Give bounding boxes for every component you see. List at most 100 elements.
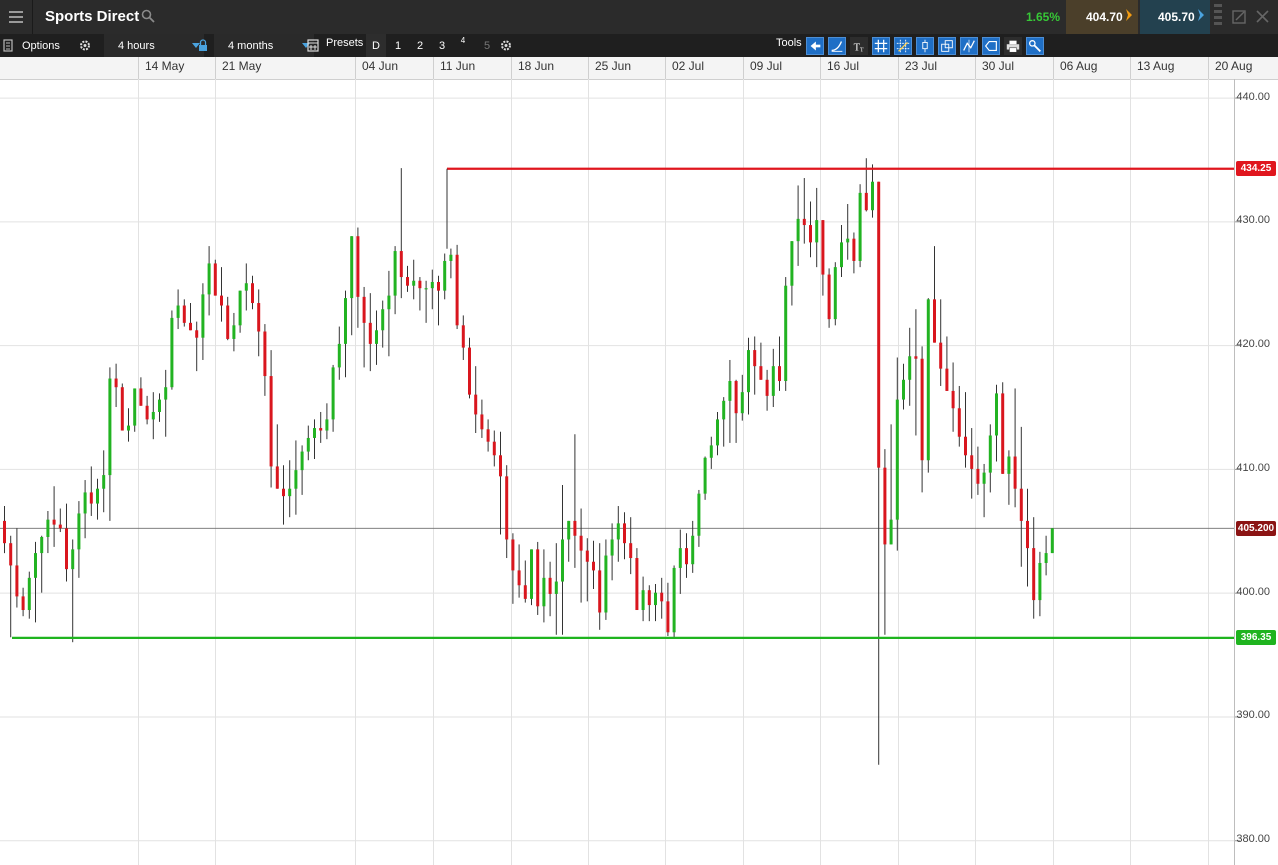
date-tick — [1130, 57, 1131, 79]
preset-3[interactable]: 3 — [433, 34, 451, 57]
candle-body — [821, 220, 825, 275]
candle-body — [127, 425, 130, 431]
candle-body — [1050, 528, 1054, 554]
candle-body — [102, 475, 106, 489]
sell-price: 404.70 — [1086, 10, 1123, 24]
compare-icon[interactable] — [938, 37, 956, 55]
candle-body — [21, 596, 25, 611]
indicator-icon[interactable] — [960, 37, 978, 55]
support-price-tag: 396.35 — [1236, 630, 1276, 646]
candle-body — [722, 400, 726, 420]
detach-icon[interactable] — [1232, 10, 1246, 24]
preset-2[interactable]: 2 — [411, 34, 429, 57]
preset-4[interactable]: 4 — [454, 34, 472, 57]
gear-icon[interactable] — [78, 34, 92, 57]
candle-body — [40, 536, 44, 554]
menu-button[interactable] — [0, 0, 33, 34]
curve-icon[interactable] — [828, 37, 846, 55]
back-icon[interactable] — [806, 37, 824, 55]
interval-select[interactable]: 4 hours — [104, 34, 204, 57]
candle-body — [468, 347, 471, 395]
candle-body — [406, 277, 409, 286]
candle-body — [182, 305, 186, 323]
candle-body — [945, 368, 949, 391]
candle-body — [89, 492, 93, 504]
lock-icon[interactable] — [197, 34, 209, 57]
candle-body — [9, 543, 13, 566]
crosshair-icon[interactable] — [894, 37, 912, 55]
gear-icon[interactable] — [499, 34, 513, 57]
candle-body — [678, 548, 682, 568]
candle-body — [654, 592, 657, 606]
date-tick — [743, 57, 744, 79]
candle-icon[interactable] — [916, 37, 934, 55]
preset-1[interactable]: 1 — [389, 34, 407, 57]
candle-body — [765, 379, 769, 396]
date-tick-label: 04 Jun — [362, 59, 399, 73]
print-icon[interactable] — [1004, 37, 1022, 55]
candle-body — [46, 519, 50, 537]
price-tick-label: 440.00 — [1236, 90, 1270, 103]
date-tick-label: 21 May — [222, 59, 262, 73]
candle-body — [995, 393, 998, 436]
date-axis: 14 May 21 May 04 Jun 11 Jun 18 Jun 25 Jun 02 J… — [0, 57, 1278, 80]
menu-icon — [9, 16, 23, 18]
candle-body — [319, 428, 323, 431]
candle-body — [542, 577, 546, 607]
range-select[interactable]: 4 months — [214, 34, 314, 57]
candle-body — [139, 388, 143, 406]
price-tick-label: 430.00 — [1236, 214, 1270, 227]
grip-icon[interactable] — [1214, 4, 1222, 25]
options-button[interactable]: Options — [22, 34, 70, 57]
candle-body — [982, 472, 986, 484]
sell-button[interactable]: 404.70 — [1066, 0, 1138, 34]
top-bar: Sports Direct 1.65% 404.70 405.70 — [0, 0, 1278, 34]
candle-body — [282, 488, 285, 497]
price-tick-label: 390.00 — [1236, 709, 1270, 722]
candle-body — [480, 414, 484, 430]
close-icon[interactable] — [1256, 10, 1269, 23]
settings-icon[interactable] — [1026, 37, 1044, 55]
candle-body — [920, 358, 924, 461]
candle-body — [970, 455, 974, 469]
buy-button[interactable]: 405.70 — [1140, 0, 1210, 34]
candle-body — [660, 592, 664, 602]
date-tick — [588, 57, 589, 79]
preset-d[interactable]: D — [366, 34, 386, 57]
instrument-title[interactable]: Sports Direct — [45, 8, 139, 25]
grid-icon[interactable] — [872, 37, 890, 55]
preset-5[interactable]: 5 — [478, 34, 496, 57]
date-tick-label: 13 Aug — [1137, 59, 1175, 73]
candle-body — [133, 388, 137, 426]
date-tick — [898, 57, 899, 79]
candle-body — [1026, 520, 1029, 549]
candle-body — [604, 555, 608, 613]
candle-body — [852, 238, 856, 261]
date-tick — [665, 57, 666, 79]
price-tick-label: 420.00 — [1236, 338, 1270, 351]
candle-body — [170, 317, 174, 388]
candle-body — [424, 288, 428, 290]
candle-body — [623, 523, 626, 544]
candle-body — [176, 305, 180, 318]
label-icon[interactable] — [982, 37, 1000, 55]
text-icon[interactable]: TT — [850, 37, 868, 55]
options-icon[interactable] — [2, 34, 14, 57]
candle-body — [257, 303, 261, 332]
last-price-tag: 405.200 — [1236, 520, 1276, 536]
search-icon[interactable] — [141, 9, 155, 23]
candlestick-chart[interactable] — [0, 79, 1278, 865]
candle-body — [827, 274, 831, 320]
candle-body — [846, 238, 850, 243]
candle-body — [530, 549, 533, 599]
calendar-icon[interactable] — [306, 34, 320, 57]
date-tick — [138, 57, 139, 79]
candle-body — [195, 330, 199, 338]
candle-body — [988, 435, 992, 473]
candle-body — [629, 543, 633, 559]
candle-body — [647, 590, 651, 606]
candle-body — [771, 366, 775, 396]
candle-body — [474, 394, 478, 415]
candle-body — [337, 343, 341, 368]
candle-body — [871, 181, 874, 211]
